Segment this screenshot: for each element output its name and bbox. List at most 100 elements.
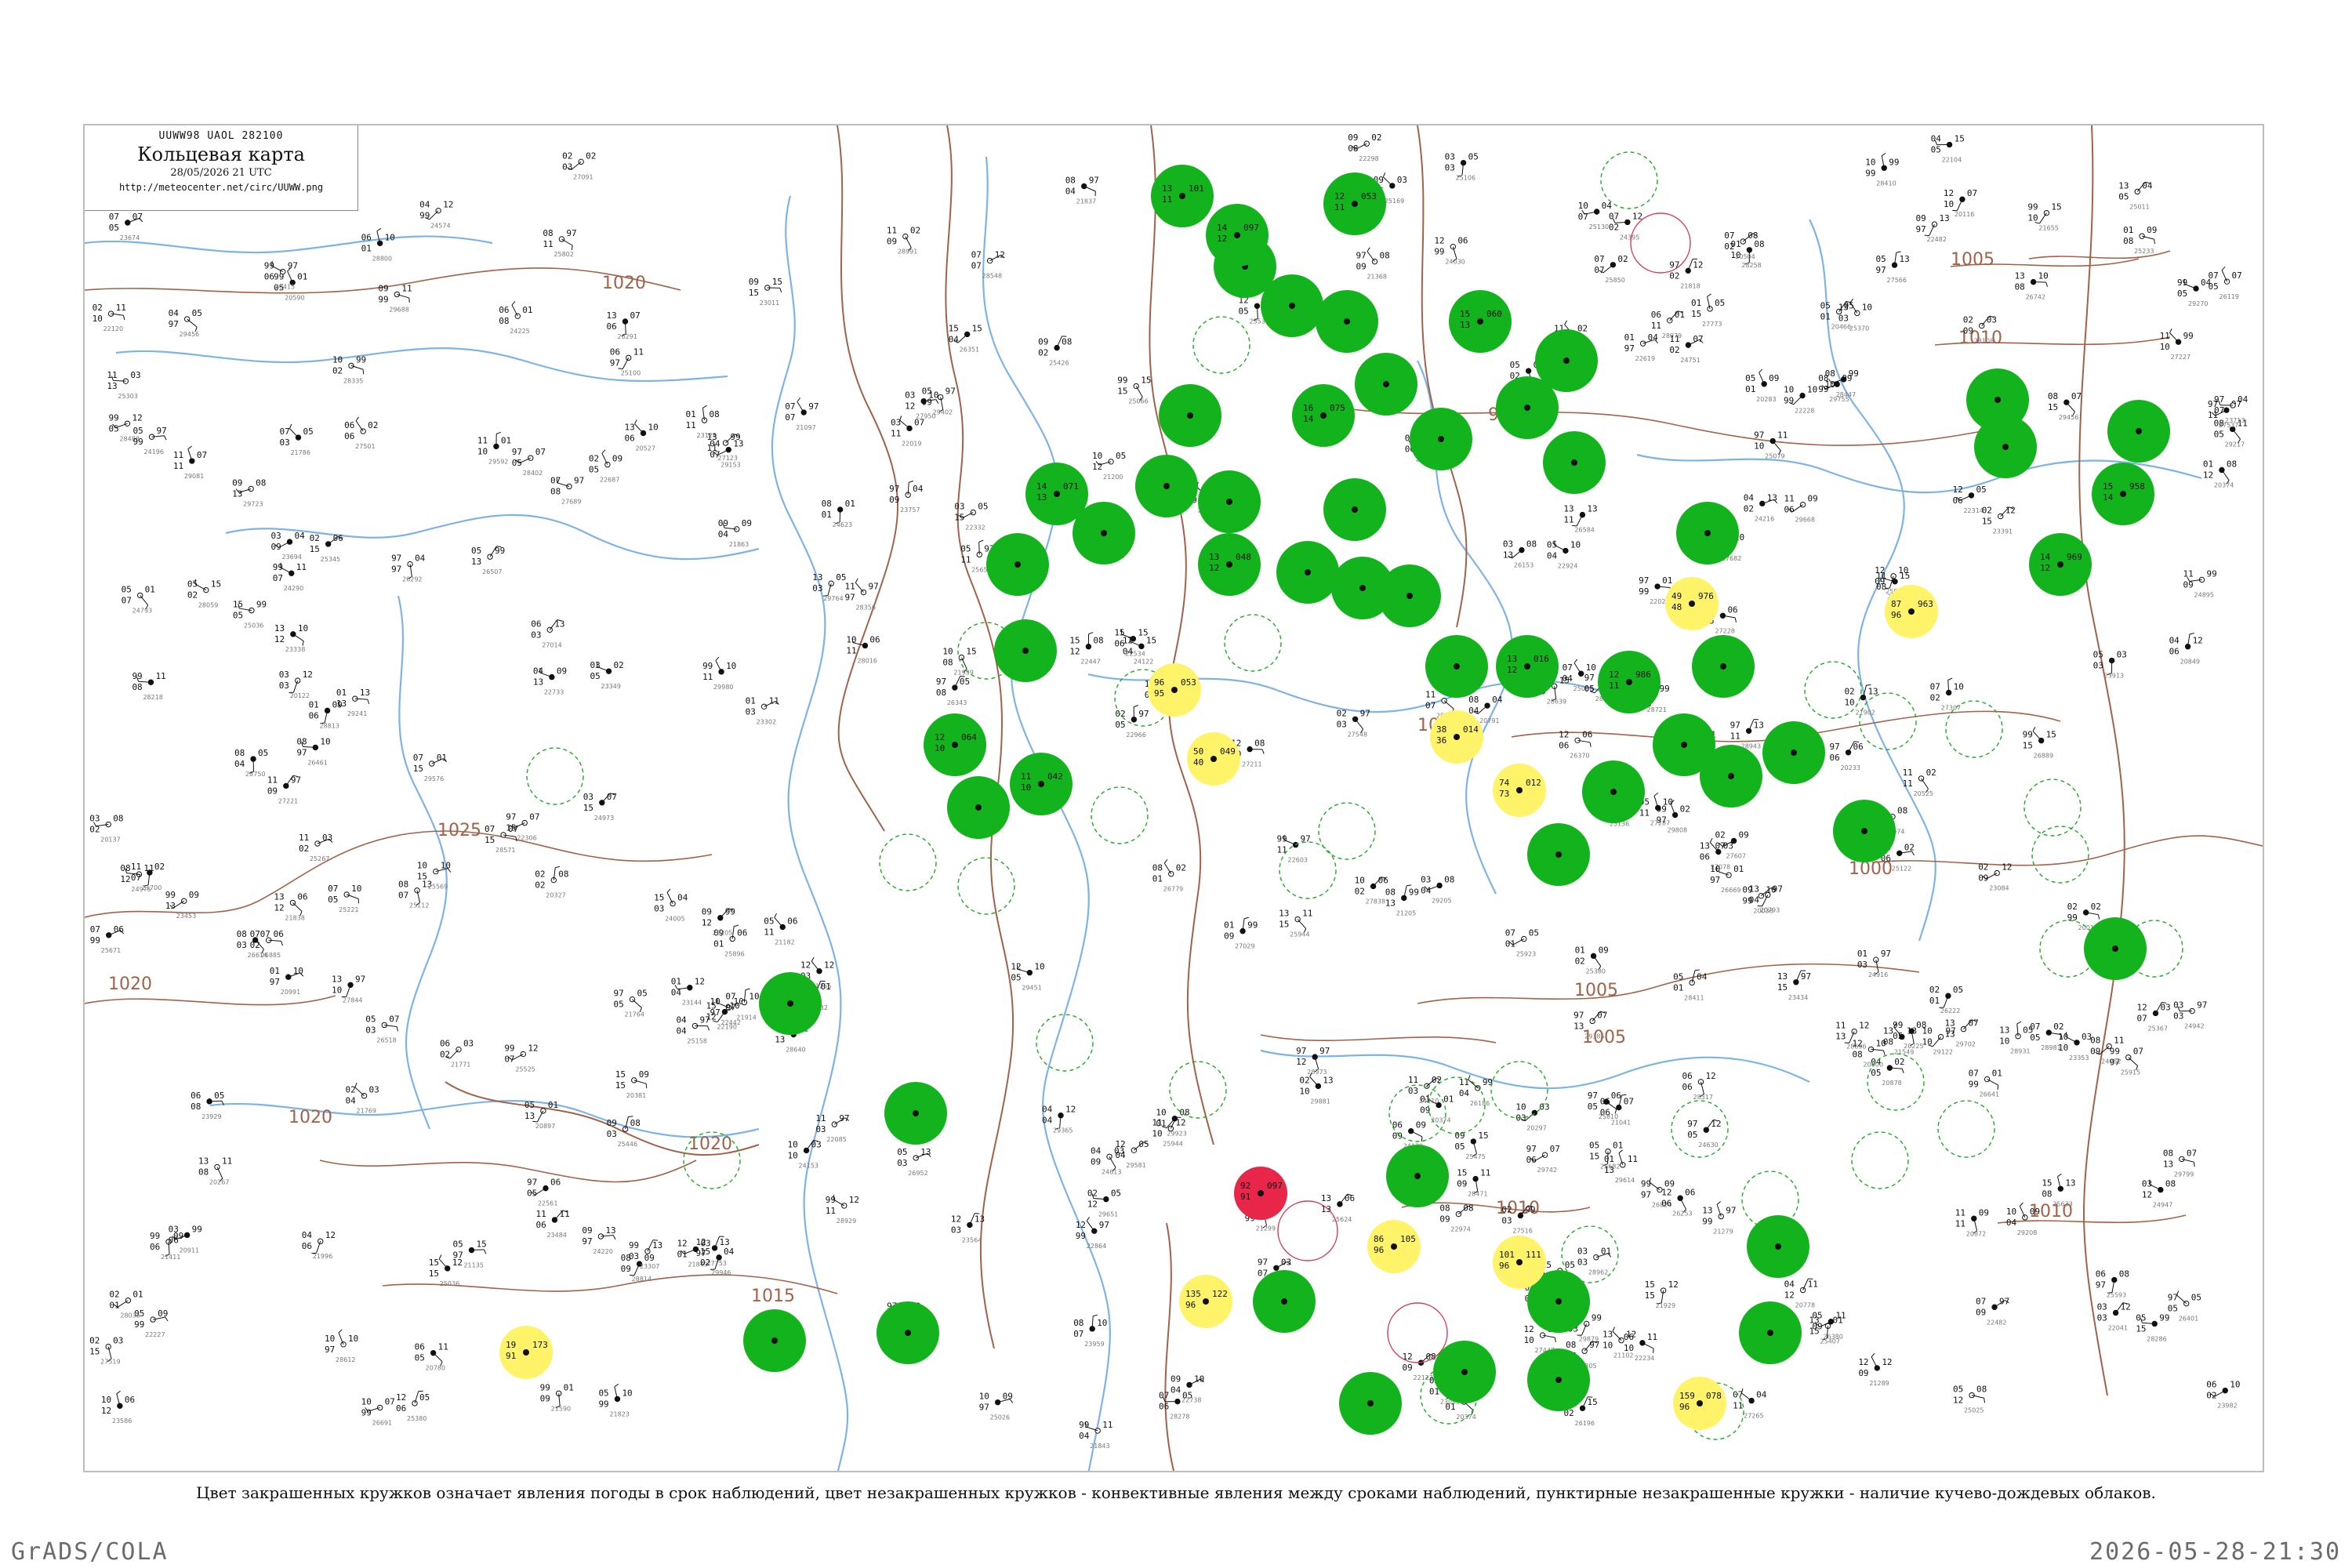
fog-station: 1991 173: [499, 1326, 553, 1379]
station-temp: 13: [1209, 552, 1219, 562]
svg-text:20527: 20527: [636, 445, 655, 452]
svg-text:26343: 26343: [947, 699, 967, 706]
station-plot: 1502 04 29946: [700, 1247, 735, 1276]
svg-text:10: 10: [1152, 1128, 1162, 1138]
station-dot: [1187, 412, 1193, 419]
svg-text:21786: 21786: [290, 449, 310, 456]
station-plot: 0701 05 25923: [1505, 928, 1539, 958]
svg-text:15: 15: [1117, 387, 1127, 397]
svg-text:13: 13: [360, 688, 370, 698]
svg-text:09: 09: [1454, 1131, 1465, 1141]
station-plot: 0315 05 22332: [954, 502, 988, 532]
svg-text:04: 04: [718, 529, 729, 539]
svg-text:97: 97: [512, 447, 522, 457]
station-plot: 12060626253: [1661, 1187, 1695, 1217]
svg-text:26153: 26153: [1514, 562, 1534, 569]
svg-text:99: 99: [1742, 896, 1752, 906]
svg-text:10: 10: [441, 861, 451, 871]
svg-text:13: 13: [274, 623, 285, 633]
station-plot: 15041526351: [949, 323, 982, 353]
station-dot: [1352, 506, 1358, 513]
station-plot: 1110 01 29592: [477, 431, 511, 465]
svg-text:02: 02: [1680, 804, 1690, 815]
svg-text:02: 02: [1087, 1189, 1098, 1199]
svg-text:99: 99: [165, 890, 176, 900]
station-plot: 0601 10 28800: [361, 227, 395, 262]
station-pressure: 097: [1243, 223, 1259, 233]
svg-text:02: 02: [1982, 506, 1992, 516]
svg-text:01: 01: [713, 938, 724, 949]
thunder-ring: [1630, 212, 1691, 274]
svg-text:29755: 29755: [1829, 396, 1849, 403]
svg-text:03: 03: [113, 1336, 123, 1346]
svg-text:09: 09: [1915, 213, 1926, 223]
svg-text:26518: 26518: [376, 1036, 396, 1044]
station-plot: 10971028612: [325, 1329, 358, 1363]
svg-text:21590: 21590: [551, 1405, 571, 1412]
cb-cloud-ring: [1036, 1014, 1094, 1072]
station-plot: 9908 11 28218: [132, 671, 165, 701]
svg-text:15: 15: [211, 579, 221, 590]
svg-text:10: 10: [1034, 962, 1044, 972]
station-plot: 1002 06 27838: [1355, 875, 1388, 905]
svg-text:07: 07: [389, 1014, 399, 1024]
svg-text:11: 11: [438, 1342, 448, 1352]
svg-text:03: 03: [2161, 1002, 2171, 1012]
svg-text:06: 06: [1559, 740, 1569, 750]
station-pressure: 986: [1635, 670, 1651, 680]
svg-text:05: 05: [1116, 451, 1126, 461]
svg-text:20327: 20327: [546, 892, 565, 899]
station-plot: 1103 97 22085: [815, 1113, 849, 1143]
station-plot: 0205 09 22687: [589, 449, 622, 484]
svg-text:29241: 29241: [347, 710, 367, 717]
svg-text:06: 06: [264, 272, 274, 282]
svg-text:28991: 28991: [898, 249, 917, 256]
svg-text:10: 10: [2058, 1032, 2068, 1042]
svg-text:12: 12: [274, 902, 284, 913]
svg-text:09: 09: [742, 518, 752, 528]
svg-text:11: 11: [1835, 1311, 1846, 1321]
svg-text:08: 08: [1876, 582, 1886, 592]
svg-text:01: 01: [821, 982, 831, 992]
svg-text:02: 02: [1963, 315, 1973, 325]
svg-text:06: 06: [1700, 852, 1710, 862]
svg-text:08: 08: [1566, 1340, 1576, 1350]
svg-text:06: 06: [1582, 729, 1592, 739]
svg-text:03: 03: [279, 681, 289, 691]
station-plot: 1206 05 25380: [396, 1390, 430, 1422]
svg-text:01: 01: [677, 1249, 687, 1259]
svg-text:24947: 24947: [2153, 1202, 2172, 1209]
svg-text:13: 13: [1700, 841, 1710, 851]
rain-station: 1311 101: [1151, 165, 1214, 227]
svg-text:10: 10: [1862, 302, 1872, 312]
svg-text:99: 99: [264, 261, 274, 271]
svg-text:12: 12: [695, 977, 705, 987]
svg-text:29456: 29456: [2059, 414, 2078, 421]
svg-text:97: 97: [1687, 1119, 1697, 1129]
rain-station: 1514 958: [2092, 463, 2154, 525]
svg-text:01: 01: [686, 409, 696, 419]
svg-text:15: 15: [706, 1001, 716, 1011]
svg-text:15: 15: [654, 893, 664, 903]
cb-cloud-ring: [1937, 1100, 1995, 1158]
svg-text:99: 99: [1641, 1179, 1651, 1189]
svg-text:97: 97: [1946, 1026, 1956, 1036]
map-url[interactable]: http://meteocenter.net/circ/UUWW.png: [85, 182, 358, 193]
svg-text:22120: 22120: [103, 325, 123, 332]
svg-text:10: 10: [348, 1334, 358, 1344]
svg-text:01: 01: [1575, 945, 1585, 955]
station-dot: [1775, 1243, 1781, 1250]
svg-text:23302: 23302: [757, 718, 776, 725]
svg-text:11: 11: [1733, 1401, 1743, 1411]
svg-text:23453: 23453: [176, 913, 196, 920]
station-plot: 9705 06 22561: [527, 1178, 561, 1207]
svg-text:15: 15: [2042, 1178, 2052, 1188]
station-plot: 0597 13 27566: [1876, 251, 1910, 284]
station-plot: 1109 97 27221: [267, 775, 301, 804]
station-plot: 0605 11 20780: [415, 1342, 448, 1372]
svg-text:13: 13: [165, 901, 176, 911]
svg-text:07: 07: [1073, 1329, 1083, 1339]
station-plot: 0210 13 29881: [1299, 1072, 1334, 1105]
station-temp: 12: [1334, 191, 1345, 201]
fog-station: 8796 963: [1885, 585, 1938, 638]
